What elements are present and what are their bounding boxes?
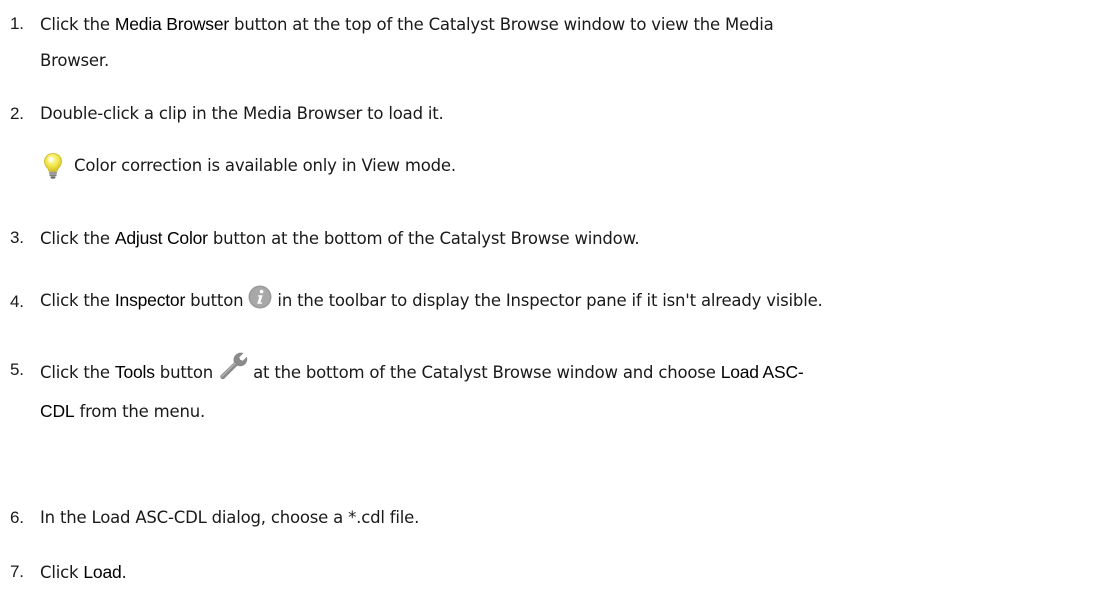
wrench-icon (220, 352, 248, 380)
step-3: 3. Click the Adjust Color button at the … (0, 220, 1104, 256)
step-4: 4. Click the Inspector button in the too… (0, 280, 1104, 320)
lightbulb-icon (44, 153, 62, 179)
step-number: 5. (10, 360, 24, 379)
step-number: 4. (10, 292, 24, 311)
step-number: 7. (10, 562, 24, 581)
step-number: 1. (10, 14, 24, 33)
load-label: Load (83, 562, 122, 582)
tip-text: Color correction is available only in Vi… (74, 156, 456, 175)
step-text: Double-click a clip in the Media Browser… (40, 104, 444, 123)
step-6: 6. In the Load ASC-CDL dialog, choose a … (0, 500, 1104, 536)
step-number: 3. (10, 228, 24, 247)
inspector-label: Inspector (114, 290, 186, 310)
adjust-color-label: Adjust Color (114, 228, 208, 248)
step-7: 7. Click Load. (0, 554, 1104, 590)
step-5: 5. Click the Tools button at the bottom … (0, 346, 1104, 426)
step-text: Click Load. (40, 562, 127, 582)
step-text: In the Load ASC-CDL dialog, choose a *.c… (40, 508, 420, 527)
step-text: Click the Tools button at the bottom of … (40, 350, 1094, 431)
step-1: 1. Click the Media Browser button at the… (0, 6, 1104, 78)
step-2: 2. Double-click a clip in the Media Brow… (0, 96, 1104, 132)
step-number: 2. (10, 104, 24, 123)
step-text: Click the Inspector button in the toolba… (40, 282, 1094, 319)
cdl-label: CDL (40, 401, 75, 421)
tools-label: Tools (114, 362, 155, 382)
step-text: Click the Media Browser button at the to… (40, 14, 774, 70)
media-browser-label: Media Browser (114, 14, 229, 34)
load-asc-label: Load ASC- (720, 362, 804, 382)
info-icon (248, 285, 272, 309)
step-number: 6. (10, 508, 24, 527)
step-text: Click the Adjust Color button at the bot… (40, 228, 640, 248)
